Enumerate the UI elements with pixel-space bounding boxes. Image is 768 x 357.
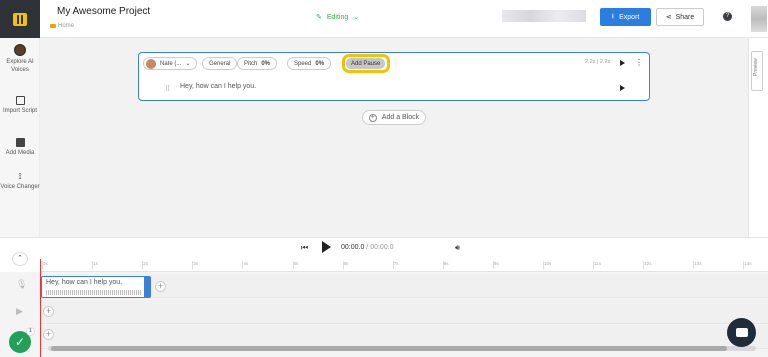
- skip-back-icon[interactable]: ⏮: [301, 243, 308, 253]
- chat-bubble-icon: [735, 328, 748, 337]
- duration-readout: 2.2s | 2.2s: [585, 59, 611, 65]
- breadcrumb-home[interactable]: Home: [58, 23, 74, 29]
- plus-circle-icon: +: [368, 113, 377, 122]
- pitch-control[interactable]: Pitch 0%: [237, 57, 278, 70]
- add-block-label: Add a Block: [381, 114, 420, 121]
- timeline-scrollbar[interactable]: [48, 346, 756, 351]
- sidebar-item-label: Voice Changer: [0, 184, 40, 190]
- project-title[interactable]: My Awesome Project: [57, 6, 150, 17]
- time-readout: 00:00.0 / 00:00.0: [341, 244, 394, 251]
- notification-badge: 1: [26, 327, 35, 336]
- app: My Awesome Project Home ✎ Editing ⌄ ⭳ Ex…: [0, 0, 768, 357]
- folder-icon: [50, 24, 56, 28]
- timeline-ruler[interactable]: 0s 1s 2s 3s 4s 5s 6s 7s 8s 9s 10s 11s 12s 13s 14s: [40, 259, 768, 272]
- add-clip-video-button[interactable]: +: [43, 306, 54, 317]
- play-icon[interactable]: [322, 241, 331, 253]
- preview-toggle[interactable]: Preview: [751, 51, 763, 91]
- logo[interactable]: [0, 0, 40, 38]
- microphone-icon: 🎙︎: [16, 279, 28, 289]
- add-clip-audio-button[interactable]: +: [43, 329, 54, 340]
- logo-mark-icon: [13, 12, 27, 26]
- video-track: [40, 300, 768, 324]
- ruler-tick: 9s: [492, 261, 499, 269]
- ruler-tick: 8s: [442, 261, 449, 269]
- pitch-value: 0%: [261, 60, 271, 67]
- sidebar-item-add-media[interactable]: Add Media: [0, 138, 40, 157]
- speed-control[interactable]: Speed 0%: [287, 57, 332, 70]
- ruler-tick: 11s: [593, 261, 602, 269]
- playhead[interactable]: [40, 259, 41, 357]
- ruler-tick: 4s: [242, 261, 249, 269]
- ruler-tick: 1s: [92, 261, 98, 269]
- voice-name: Nate (...: [160, 60, 182, 67]
- chat-support-button[interactable]: [727, 318, 756, 347]
- help-icon[interactable]: ?: [723, 12, 732, 21]
- share-button[interactable]: ⋖ Share: [656, 8, 704, 26]
- preview-label: Preview: [753, 58, 759, 76]
- top-bar: My Awesome Project Home ✎ Editing ⌄ ⭳ Ex…: [0, 0, 768, 38]
- total-time: 00:00.0: [370, 244, 394, 251]
- sidebar-item-label: Explore AI Voices: [6, 59, 34, 73]
- breadcrumb[interactable]: Home: [50, 23, 74, 29]
- pencil-icon: ✎: [316, 14, 322, 21]
- chevron-up-icon[interactable]: ⌃: [12, 252, 28, 266]
- chevron-down-icon: ⌄: [185, 61, 191, 67]
- share-icon: ⋖: [665, 14, 672, 21]
- import-script-icon: [15, 96, 25, 105]
- add-media-icon: [15, 138, 25, 147]
- ruler-tick: 14s: [743, 261, 752, 269]
- voice-avatar-icon: [14, 44, 26, 56]
- scrollbar-thumb[interactable]: [51, 346, 727, 351]
- chevron-down-icon: ⌄: [353, 14, 360, 21]
- voice-changer-icon: ⟟: [18, 171, 22, 181]
- share-label: Share: [675, 13, 695, 21]
- style-label: General: [209, 60, 231, 67]
- line-play-icon[interactable]: [620, 85, 625, 91]
- download-icon: ⭳: [611, 12, 615, 20]
- ruler-tick: 2s: [142, 261, 148, 269]
- volume-icon[interactable]: 🔊︎: [455, 243, 460, 253]
- sidebar-item-import-script[interactable]: Import Script: [0, 96, 40, 115]
- voice-selector[interactable]: Nate (... ⌄: [143, 57, 198, 70]
- ruler-tick: 5s: [292, 261, 299, 269]
- add-clip-voice-button[interactable]: +: [155, 281, 166, 292]
- add-pause-button[interactable]: Add Pause: [346, 58, 386, 69]
- waveform: [46, 290, 141, 295]
- ruler-tick: 12s: [643, 261, 652, 269]
- script-block[interactable]: Nate (... ⌄ General Pitch 0% Speed 0% Ad…: [138, 52, 650, 101]
- ruler-tick: 13s: [693, 261, 702, 269]
- blurred-region: [502, 10, 586, 22]
- sidebar: Explore AI Voices Import Script Add Medi…: [0, 38, 40, 237]
- mode-label: Editing: [326, 13, 349, 21]
- style-selector[interactable]: General: [202, 57, 238, 70]
- ruler-tick: 0s: [42, 261, 48, 269]
- add-block-button[interactable]: + Add a Block: [362, 110, 426, 125]
- drag-handle-icon[interactable]: ⠿: [165, 85, 170, 93]
- user-avatar[interactable]: [751, 6, 767, 32]
- clip-text: Hey, how can I help you.: [46, 279, 123, 286]
- speed-label: Speed: [294, 60, 312, 67]
- sidebar-item-explore-ai-voices[interactable]: Explore AI Voices: [0, 44, 40, 74]
- ruler-tick: 7s: [392, 261, 399, 269]
- sidebar-item-label: Import Script: [2, 108, 37, 114]
- ruler-tick: 3s: [192, 261, 199, 269]
- export-label: Export: [619, 13, 640, 21]
- video-camera-icon: ▶︎: [16, 306, 23, 316]
- script-line-text[interactable]: Hey, how can I help you.: [180, 83, 256, 90]
- pitch-label: Pitch: [244, 60, 258, 67]
- speed-value: 0%: [315, 60, 325, 67]
- ruler-tick: 6s: [342, 261, 349, 269]
- sidebar-item-label: Add Media: [5, 150, 35, 156]
- sidebar-item-voice-changer[interactable]: ⟟ Voice Changer: [0, 171, 40, 191]
- mode-selector[interactable]: ✎ Editing ⌄: [316, 13, 360, 22]
- block-play-icon[interactable]: [620, 60, 625, 66]
- voice-avatar: [146, 58, 156, 69]
- voice-clip[interactable]: Hey, how can I help you.: [41, 276, 151, 298]
- current-time: 00:00.0: [341, 244, 365, 251]
- clip-resize-handle[interactable]: [144, 277, 150, 297]
- more-options-icon[interactable]: ⋮: [635, 59, 643, 67]
- export-button[interactable]: ⭳ Export: [600, 8, 651, 26]
- ruler-tick: 10s: [542, 261, 552, 269]
